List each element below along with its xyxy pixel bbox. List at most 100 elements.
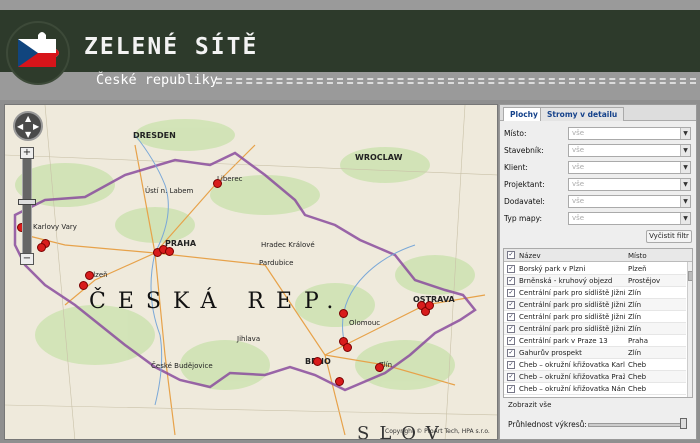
select-all-checkbox[interactable]: ✓ — [507, 251, 515, 259]
city-label: Ústí n. Labem — [145, 187, 194, 195]
zoom-in-button[interactable]: + — [20, 147, 34, 159]
table-row[interactable]: ✓ Borský park v Plzni Plzeň — [504, 263, 686, 275]
copyright-text: Copyright © ProArt Tech, HPA s.r.o. — [385, 428, 490, 435]
pan-up-icon[interactable]: ▲ — [25, 115, 31, 123]
map-marker[interactable] — [425, 301, 434, 310]
map-marker[interactable] — [335, 377, 344, 386]
map-marker[interactable] — [37, 243, 46, 252]
filter-label: Typ mapy: — [504, 214, 543, 223]
city-label: Pardubice — [259, 259, 294, 267]
chevron-down-icon[interactable]: ▼ — [680, 145, 690, 156]
row-checkbox[interactable]: ✓ — [507, 289, 515, 297]
city-label: České Budějovice — [151, 362, 213, 370]
city-label: Hradec Králové — [261, 241, 315, 249]
map-marker[interactable] — [313, 357, 322, 366]
row-checkbox[interactable]: ✓ — [507, 265, 515, 273]
chevron-down-icon[interactable]: ▼ — [680, 128, 690, 139]
map-marker[interactable] — [339, 309, 348, 318]
map-marker[interactable] — [79, 281, 88, 290]
show-all-link[interactable]: Zobrazit vše — [508, 401, 551, 409]
table-row[interactable]: ✓ Cheb – okružní křižovatka Karlo... Cheb — [504, 359, 686, 371]
table-row[interactable]: ✓ Cheb – okružní křižovatka Nám... Cheb — [504, 383, 686, 395]
row-name: Centrální park v Praze 13 — [519, 337, 608, 345]
row-place: Zlín — [628, 313, 642, 321]
results-grid: ✓ Název Místo ✓ Borský park v Plzni Plzeň … — [503, 248, 693, 398]
pan-down-icon[interactable]: ▼ — [25, 131, 31, 139]
grid-scrollbar-thumb[interactable] — [688, 271, 692, 281]
row-checkbox[interactable]: ✓ — [507, 385, 515, 393]
row-place: Zlín — [628, 349, 642, 357]
row-place: Prostějov — [628, 277, 661, 285]
map-marker[interactable] — [213, 179, 222, 188]
table-row[interactable]: ✓ Gahurův prospekt Zlín — [504, 347, 686, 359]
chevron-down-icon[interactable]: ▼ — [680, 162, 690, 173]
row-place: Praha — [628, 337, 648, 345]
tab-plochy[interactable]: Plochy — [503, 107, 545, 121]
table-row[interactable]: ✓ Cheb – okružní křižovatka PražskáCheb — [504, 371, 686, 383]
city-label: DRESDEN — [133, 131, 176, 140]
select-value: vše — [572, 129, 585, 137]
table-row[interactable]: ✓ Brněnská - kruhový objezd Prostějov — [504, 275, 686, 287]
row-checkbox[interactable]: ✓ — [507, 337, 515, 345]
table-row[interactable]: ✓ Centrální park pro sídliště Jižní S...Z… — [504, 299, 686, 311]
map-type-select[interactable]: vše ▼ — [568, 212, 691, 225]
grid-scrollbar[interactable] — [687, 262, 692, 397]
chevron-down-icon[interactable]: ▼ — [680, 196, 690, 207]
select-value: vše — [572, 180, 585, 188]
row-name: Cheb – okružní křižovatka Pražská — [519, 373, 625, 381]
map-marker[interactable] — [343, 343, 352, 352]
tab-stromy-v-detailu[interactable]: Stromy v detailu — [540, 107, 625, 121]
map-canvas[interactable] — [5, 105, 498, 440]
row-place: Zlín — [628, 325, 642, 333]
row-place: Zlín — [628, 301, 642, 309]
grid-header: ✓ Název Místo — [504, 249, 692, 262]
row-name: Centrální park pro sídliště Jižní S... — [519, 325, 625, 333]
row-name: Cheb – okružní křižovatka Karlo... — [519, 361, 625, 369]
pan-left-icon[interactable]: ◀ — [17, 123, 23, 131]
select-value: vše — [572, 146, 585, 154]
map-view[interactable]: DRESDEN WROCLAW Ústí n. Labem Liberec Ka… — [4, 104, 498, 440]
filter-panel: Plochy Stromy v detailu Místo: vše ▼ Stav… — [499, 104, 697, 440]
map-pan-control[interactable]: ▲ ▼ ◀ ▶ — [13, 111, 43, 141]
table-row[interactable]: ✓ Centrální park pro sídliště Jižní S...Z… — [504, 287, 686, 299]
table-row[interactable]: ✓ Centrální park pro sídliště Jižní S...Z… — [504, 311, 686, 323]
builder-select[interactable]: vše ▼ — [568, 144, 691, 157]
zoom-slider-handle[interactable] — [18, 199, 36, 205]
column-header-place[interactable]: Místo — [628, 252, 684, 260]
puzzle-flag-icon — [18, 32, 59, 67]
chevron-down-icon[interactable]: ▼ — [680, 179, 690, 190]
opacity-slider-handle[interactable] — [680, 418, 687, 429]
row-checkbox[interactable]: ✓ — [507, 349, 515, 357]
chevron-down-icon[interactable]: ▼ — [680, 213, 690, 224]
row-checkbox[interactable]: ✓ — [507, 373, 515, 381]
divider — [216, 82, 696, 84]
place-select[interactable]: vše ▼ — [568, 127, 691, 140]
designer-select[interactable]: vše ▼ — [568, 178, 691, 191]
table-row[interactable]: ✓ Centrální park pro sídliště Jižní S...Z… — [504, 323, 686, 335]
map-marker[interactable] — [85, 271, 94, 280]
opacity-slider[interactable] — [588, 423, 686, 427]
filter-place: Místo: vše ▼ — [504, 127, 692, 141]
row-checkbox[interactable]: ✓ — [507, 361, 515, 369]
table-row[interactable]: ✓ Centrální park v Praze 13 Praha — [504, 335, 686, 347]
row-place: Plzeň — [628, 265, 647, 273]
zoom-out-button[interactable]: − — [20, 253, 34, 265]
clear-filter-button[interactable]: Vyčistit filtr — [646, 230, 692, 243]
map-marker[interactable] — [375, 363, 384, 372]
row-place: Cheb — [628, 385, 647, 393]
row-checkbox[interactable]: ✓ — [507, 313, 515, 321]
row-checkbox[interactable]: ✓ — [507, 301, 515, 309]
filter-label: Klient: — [504, 163, 528, 172]
filter-designer: Projektant: vše ▼ — [504, 178, 692, 192]
logo — [6, 21, 70, 85]
client-select[interactable]: vše ▼ — [568, 161, 691, 174]
country-label: ČESKÁ REP. — [89, 289, 346, 314]
column-header-name[interactable]: Název — [519, 252, 625, 260]
supplier-select[interactable]: vše ▼ — [568, 195, 691, 208]
zoom-slider[interactable] — [22, 151, 32, 261]
row-checkbox[interactable]: ✓ — [507, 325, 515, 333]
row-name: Borský park v Plzni — [519, 265, 586, 273]
row-checkbox[interactable]: ✓ — [507, 277, 515, 285]
pan-right-icon[interactable]: ▶ — [33, 123, 39, 131]
map-marker[interactable] — [165, 247, 174, 256]
